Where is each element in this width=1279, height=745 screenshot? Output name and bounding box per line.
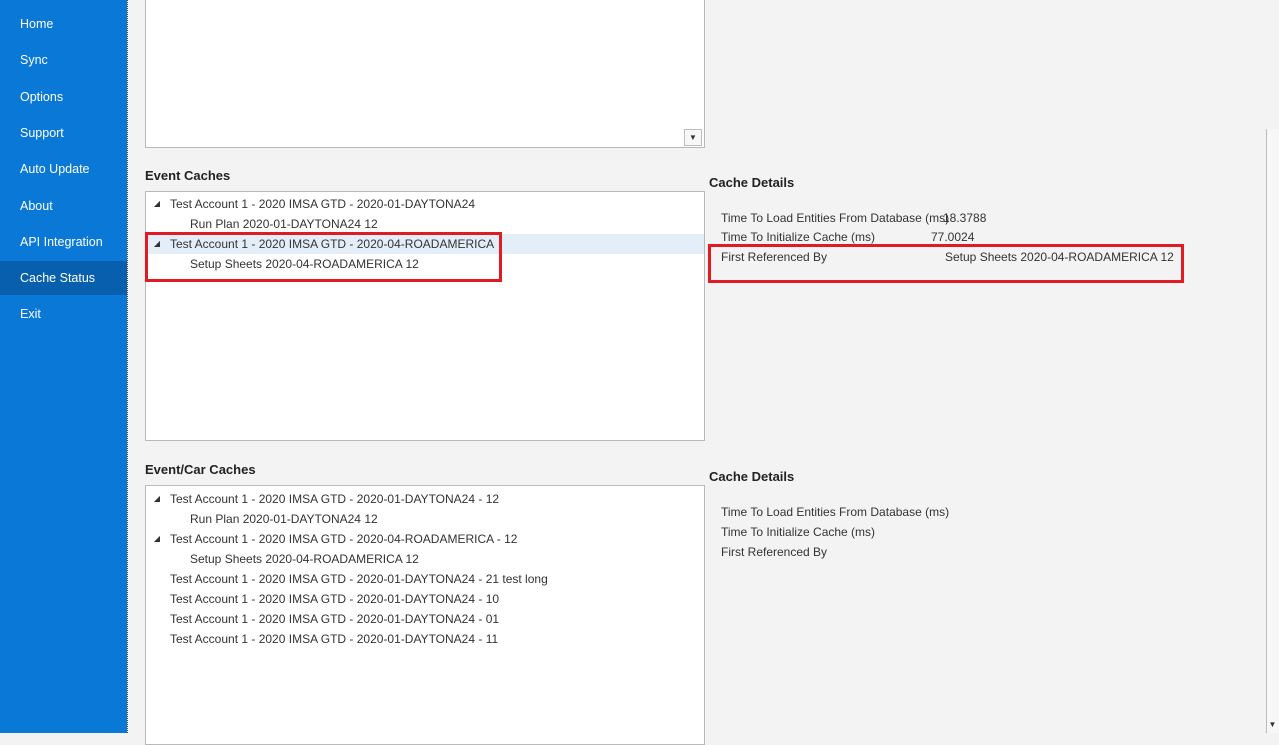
tree-row-label: Run Plan 2020-01-DAYTONA24 12: [190, 512, 378, 526]
tree-row[interactable]: ◢ Test Account 1 - 2020 IMSA GTD - 2020-…: [146, 489, 704, 509]
event-car-caches-tree[interactable]: ◢ Test Account 1 - 2020 IMSA GTD - 2020-…: [145, 485, 705, 745]
nav-item-api-integration[interactable]: API Integration: [0, 225, 127, 259]
detail-value: 18.3788: [943, 211, 987, 225]
tree-row[interactable]: Test Account 1 - 2020 IMSA GTD - 2020-01…: [146, 629, 704, 649]
scroll-down-icon[interactable]: ▼: [684, 129, 702, 146]
detail-label: Time To Load Entities From Database (ms): [721, 211, 950, 225]
tree-row-label: Run Plan 2020-01-DAYTONA24 12: [190, 217, 378, 231]
nav-item-support[interactable]: Support: [0, 116, 127, 150]
nav-item-auto-update[interactable]: Auto Update: [0, 152, 127, 186]
nav-item-cache-status[interactable]: Cache Status: [0, 261, 127, 295]
event-caches-tree[interactable]: ◢ Test Account 1 - 2020 IMSA GTD - 2020-…: [145, 191, 705, 441]
event-car-cache-details-title: Cache Details: [709, 469, 795, 484]
nav-item-exit[interactable]: Exit: [0, 297, 127, 331]
nav-item-home[interactable]: Home: [0, 7, 127, 41]
window-scrollbar[interactable]: [1266, 129, 1279, 733]
tree-row-label: Test Account 1 - 2020 IMSA GTD - 2020-01…: [170, 572, 548, 586]
highlight-box-first-referenced: [708, 244, 1184, 283]
tree-row[interactable]: Run Plan 2020-01-DAYTONA24 12: [146, 509, 704, 529]
tree-row[interactable]: ◢ Test Account 1 - 2020 IMSA GTD - 2020-…: [146, 194, 704, 214]
nav-item-options[interactable]: Options: [0, 80, 127, 114]
tree-row-label: Test Account 1 - 2020 IMSA GTD - 2020-01…: [170, 197, 476, 211]
detail-label: Time To Load Entities From Database (ms): [721, 505, 950, 519]
detail-row-load-time: Time To Load Entities From Database (ms)…: [721, 208, 986, 228]
tree-row[interactable]: Run Plan 2020-01-DAYTONA24 12: [146, 214, 704, 234]
detail-label: Time To Initialize Cache (ms): [721, 230, 876, 244]
tree-row-label: Setup Sheets 2020-04-ROADAMERICA 12: [190, 552, 419, 566]
sidebar: Home Sync Options Support Auto Update Ab…: [0, 0, 127, 733]
event-car-caches-title: Event/Car Caches: [145, 462, 256, 477]
detail-label: Time To Initialize Cache (ms): [721, 525, 876, 539]
tree-row[interactable]: Test Account 1 - 2020 IMSA GTD - 2020-01…: [146, 609, 704, 629]
sidebar-divider: [127, 0, 129, 733]
expanded-arrow-icon[interactable]: ◢: [152, 489, 162, 509]
tree-row[interactable]: Setup Sheets 2020-04-ROADAMERICA 12: [146, 549, 704, 569]
nav-item-sync[interactable]: Sync: [0, 43, 127, 77]
event-caches-title: Event Caches: [145, 168, 231, 183]
scroll-down-icon[interactable]: ▼: [1266, 716, 1279, 733]
tree-row-label: Test Account 1 - 2020 IMSA GTD - 2020-01…: [170, 492, 500, 506]
top-list-box[interactable]: [145, 0, 705, 148]
expanded-arrow-icon[interactable]: ◢: [152, 529, 162, 549]
detail-label: First Referenced By: [721, 545, 828, 559]
nav-item-about[interactable]: About: [0, 189, 127, 223]
tree-row[interactable]: Test Account 1 - 2020 IMSA GTD - 2020-01…: [146, 589, 704, 609]
tree-row[interactable]: ◢ Test Account 1 - 2020 IMSA GTD - 2020-…: [146, 529, 704, 549]
tree-row-label: Test Account 1 - 2020 IMSA GTD - 2020-01…: [170, 632, 499, 646]
detail-row-first-referenced: First Referenced By: [721, 542, 827, 562]
event-cache-details-title: Cache Details: [709, 175, 795, 190]
detail-row-load-time: Time To Load Entities From Database (ms): [721, 502, 949, 522]
tree-row-label: Test Account 1 - 2020 IMSA GTD - 2020-01…: [170, 592, 500, 606]
tree-row[interactable]: Test Account 1 - 2020 IMSA GTD - 2020-01…: [146, 569, 704, 589]
tree-row-label: Test Account 1 - 2020 IMSA GTD - 2020-04…: [170, 532, 518, 546]
detail-row-init-time: Time To Initialize Cache (ms): [721, 522, 875, 542]
tree-row-label: Test Account 1 - 2020 IMSA GTD - 2020-01…: [170, 612, 500, 626]
expanded-arrow-icon[interactable]: ◢: [152, 194, 162, 214]
highlight-box-event-row: [145, 232, 502, 282]
